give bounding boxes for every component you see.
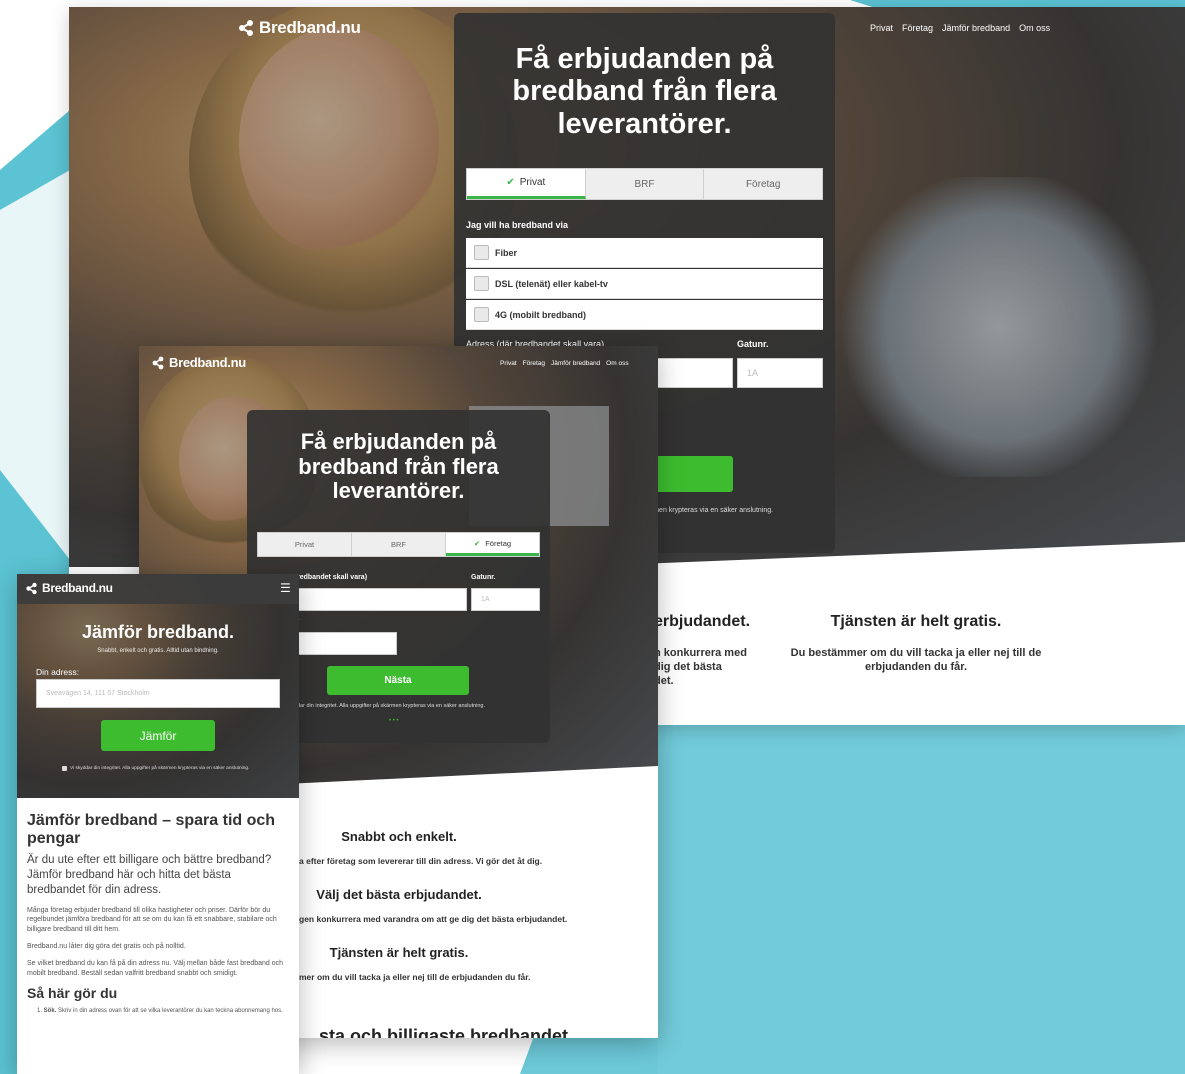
tab-foretag[interactable]: Företag: [704, 169, 822, 199]
checkbox[interactable]: [474, 245, 489, 260]
tablet-feature3-title: Tjänsten är helt gratis.: [329, 945, 469, 960]
mobile-compare-button[interactable]: Jämför: [101, 720, 215, 751]
tablet-feature1-title: Snabbt och enkelt.: [341, 829, 457, 844]
step-1: 1. Sök. Skriv in din adress ovan för att…: [37, 1008, 283, 1015]
option-dsl[interactable]: DSL (telenät) eller kabel-tv: [466, 269, 823, 299]
address-input[interactable]: [297, 588, 467, 611]
nav-foretag[interactable]: Företag: [523, 360, 545, 367]
address-label: redbandet skall vara): [297, 574, 368, 581]
tablet-progress-dots: • • •: [389, 718, 399, 724]
tab-privat[interactable]: Privat: [258, 533, 352, 556]
tablet-feature2-title: Välj det bästa erbjudandet.: [316, 887, 482, 902]
desktop-feature2-text: n konkurrera med dig det bästa det.: [654, 647, 747, 687]
desktop-feature3-title: Tjänsten är helt gratis.: [830, 613, 1002, 630]
tablet-bottom-heading: sta och billigaste bredbandet: [319, 1026, 569, 1038]
tablet-hero-title: Få erbjudanden på bredband från flera le…: [298, 429, 499, 504]
lock-icon: [62, 766, 67, 771]
check-icon: ✔: [473, 538, 481, 548]
option-fiber[interactable]: Fiber: [466, 238, 823, 268]
option-4g[interactable]: 4G (mobilt bredband): [466, 300, 823, 330]
checkbox[interactable]: [474, 276, 489, 291]
tablet-secure-note: dar din integritet. Alla uppgifter på sk…: [297, 703, 486, 709]
desktop-secure-note: ärmen krypteras via en säker anslutning.: [647, 507, 774, 514]
tablet-customer-tabs: Privat BRF ✔ Företag: [257, 532, 540, 557]
share-icon: [152, 356, 164, 369]
check-icon: ✔: [506, 177, 515, 188]
nav-foretag[interactable]: Företag: [902, 23, 933, 33]
logo-text: Bredband.nu: [42, 581, 113, 595]
nav-privat[interactable]: Privat: [500, 360, 517, 367]
mobile-hero-title: Jämför bredband.: [81, 622, 235, 642]
share-icon: [26, 582, 37, 594]
logo-text: Bredband.nu: [169, 355, 246, 370]
tablet-feature3-text: mer om du vill tacka ja eller nej till d…: [299, 972, 531, 982]
tab-brf[interactable]: BRF: [586, 169, 705, 199]
checkbox[interactable]: [474, 307, 489, 322]
desktop-feature3-text: Du bestämmer om du vill tacka ja eller n…: [790, 647, 1042, 673]
share-icon: [239, 20, 253, 36]
nav-om-oss[interactable]: Om oss: [1019, 23, 1050, 33]
desktop-customer-tabs: ✔ Privat BRF Företag: [466, 168, 823, 200]
mobile-hero-sub: Snabbt, enkelt och gratis. Alltid utan b…: [97, 648, 219, 654]
tablet-logo[interactable]: Bredband.nu: [151, 355, 246, 370]
how-title: Så här gör du: [27, 985, 118, 1002]
tab-privat[interactable]: ✔ Privat: [467, 169, 586, 199]
street-no-input[interactable]: 1A: [471, 588, 540, 611]
logo-text: Bredband.nu: [259, 18, 361, 37]
desktop-logo[interactable]: Bredband.nu: [237, 18, 361, 38]
mobile-address-label: Din adress:: [36, 667, 79, 677]
article-p3: Se vilket bredband du kan få på din adre…: [27, 959, 284, 977]
article-lead: Är du ute efter ett billigare och bättre…: [27, 853, 272, 896]
menu-icon[interactable]: ☰: [280, 581, 291, 595]
mobile-address-input[interactable]: Sveavägen 14, 111 57 Stockholm: [36, 679, 280, 708]
desktop-feature2-title: erbjudandet.: [654, 613, 751, 630]
nav-om-oss[interactable]: Om oss: [606, 360, 628, 367]
nav-jamfor[interactable]: Jämför bredband: [551, 360, 600, 367]
mobile-logo[interactable]: Bredband.nu: [25, 581, 113, 595]
article-title: Jämför bredband – spara tid och pengar: [27, 812, 276, 848]
nav-privat[interactable]: Privat: [870, 23, 893, 33]
connection-label: Jag vill ha bredband via: [466, 220, 569, 230]
nav-jamfor[interactable]: Jämför bredband: [942, 23, 1010, 33]
tablet-feature2-text: gen konkurrera med varandra om att ge di…: [299, 914, 568, 924]
tab-brf[interactable]: BRF: [352, 533, 446, 556]
street-no-label: Gatunr.: [737, 339, 769, 349]
article-p1: Många företag erbjuder bredband till oli…: [27, 906, 277, 934]
tablet-nav: Privat Företag Jämför bredband Om oss: [500, 360, 629, 367]
field2-input[interactable]: [297, 632, 397, 655]
mobile-article: Jämför bredband – spara tid och pengar Ä…: [27, 812, 289, 1016]
mobile-secure-note: Vi skyddar din integritet. Alla uppgifte…: [62, 766, 249, 771]
article-p2: Bredband.nu låter dig göra det gratis oc…: [27, 942, 186, 950]
tablet-feature1-text: a efter företag som levererar till din a…: [299, 856, 543, 866]
mobile-screenshot: Bredband.nu ☰ Jämför bredband. Snabbt, e…: [17, 574, 299, 1074]
desktop-hero-title: Få erbjudanden på bredband från flera le…: [512, 43, 777, 140]
tablet-next-button[interactable]: Nästa: [327, 666, 469, 695]
tab-foretag[interactable]: ✔ Företag: [446, 533, 539, 556]
street-no-label: Gatunr.: [471, 574, 496, 581]
street-no-input[interactable]: 1A: [737, 358, 823, 388]
desktop-nav: Privat Företag Jämför bredband Om oss: [870, 23, 1050, 33]
